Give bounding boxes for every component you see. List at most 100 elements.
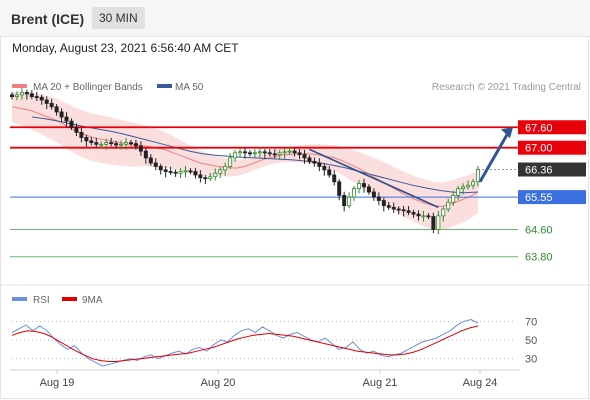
level-label-63.80: 63.80 [525,252,553,264]
candle-body [89,140,94,143]
candle-body [307,157,312,162]
candle-body [361,183,366,188]
level-labels: 67.60 67.00 66.36 65.55 64.60 63.80 [518,120,586,264]
candle-body [94,142,99,145]
candle-body [297,152,302,155]
level-label-67.60: 67.60 [525,122,553,134]
candle-body [59,111,64,118]
candle-body [183,170,188,173]
level-label-65.55: 65.55 [525,192,553,204]
candle-body [391,206,396,210]
arrow-shaft [478,130,511,183]
candle-body [24,92,29,95]
candle-body [252,152,257,155]
candle-body [178,171,183,174]
candle-body [99,143,104,146]
candle-body [203,177,208,180]
x-tick-label: Aug 20 [201,377,236,389]
candle-body [168,171,173,173]
candle-body [158,166,163,171]
candle-body [282,151,287,154]
candle-body [39,96,44,101]
candle-body [188,170,193,173]
candle-body [431,216,436,230]
candle-body [451,195,456,203]
x-tick-label: Aug 21 [363,377,398,389]
candle-body [84,137,89,142]
candle-body [411,212,416,215]
rsi-ma-legend-label: 9MA [82,295,103,306]
candle-body [267,152,272,155]
candle-body [233,152,238,159]
x-tick-label: Aug 24 [463,377,498,389]
candle-body [386,205,391,208]
candle-body [257,151,262,154]
candle-body [262,151,267,154]
candle-body [163,169,168,172]
candle-body [312,160,317,164]
rsi-tick-50: 50 [525,335,537,347]
candle-body [133,143,138,147]
rsi-ma-line [11,325,479,362]
candle-body [74,126,79,133]
candle-body [104,142,109,145]
candle-body [376,196,381,201]
candle-body [64,116,69,122]
candle-body [148,157,153,164]
candle-body [9,94,14,97]
candle-body [218,169,223,174]
candle-body [272,153,277,156]
candle-body [475,169,480,183]
candle-body [242,151,247,154]
candle-body [44,99,49,104]
candle-body [128,142,133,145]
candle-body [34,96,39,98]
price-chart: MA 20 + Bollinger Bands MA 50 Research ©… [0,82,590,389]
candle-body [247,152,252,155]
candle-body [173,171,178,174]
candle-body [357,183,362,189]
candle-body [416,213,421,217]
rsi-tick-30: 30 [525,354,537,366]
candle-body [208,176,213,179]
rsi-legend-swatch [12,297,27,301]
candle-body [401,209,406,212]
candle-body [292,150,297,154]
candle-body [421,215,426,218]
candle-body [347,196,352,207]
candle-body [114,143,119,146]
candle-body [342,195,347,207]
candle-body [198,174,203,179]
candle-body [79,131,84,138]
candle-body [153,162,158,167]
candle-body [19,92,24,96]
rsi-tick-70: 70 [525,316,537,328]
candle-body [138,145,143,152]
projection-arrow [478,127,513,183]
candle-body [49,103,54,108]
level-label-67.00: 67.00 [525,143,553,155]
candle-body [29,93,34,97]
candle-body [461,186,466,189]
ma50-legend-swatch [157,84,172,88]
ma50-legend-label: MA 50 [175,82,204,93]
candle-body [277,152,282,155]
candle-body [337,181,342,196]
candle-body [213,172,218,178]
candle-body [327,169,332,176]
candle-body [366,186,371,193]
candle-body [441,208,446,217]
candle-body [54,106,59,113]
rsi-legend-label: RSI [33,295,50,306]
level-label-64.60: 64.60 [525,224,553,236]
candle-body [223,166,228,171]
rsi-ma-legend-swatch [62,297,77,301]
candle-body [317,162,322,167]
candle-body [471,181,476,186]
candle-body [69,120,74,128]
candle-body [371,191,376,198]
candle-body [302,154,307,159]
candle-body [238,151,243,154]
credit-text: Research © 2021 Trading Central [432,82,581,93]
candle-body [322,166,327,171]
